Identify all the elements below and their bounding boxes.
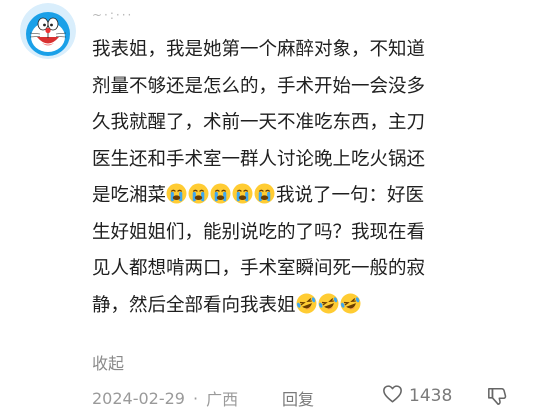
comment-line-segment: 我说了一句：好医: [276, 185, 425, 206]
comment-line: 我表姐，我是她第一个麻醉对象，不知道: [92, 39, 426, 60]
comment-line-segment: 是吃湘菜: [92, 185, 167, 206]
meta-separator: ·: [192, 388, 199, 408]
comment-line-with-emoji: 静，然后全部看向我表姐: [92, 288, 532, 325]
comment-line: 医生还和手术室一群人讨论晚上吃火锅还: [92, 148, 426, 170]
thumbs-down-icon: [486, 387, 508, 410]
comment-location: 广西: [206, 390, 239, 409]
comment-line-segment: 静，然后全部看向我表姐: [92, 294, 296, 316]
comment-line: 生好姐姐们，能别说吃的了吗？我现在看: [92, 221, 426, 243]
crying-emoji-icon: [254, 181, 275, 204]
crying-emoji-icon: [232, 181, 253, 204]
laughing-emoji-icon: [296, 291, 317, 313]
heart-icon: [382, 384, 403, 407]
crying-emoji-icon: [210, 181, 231, 204]
doraemon-avatar-icon: [20, 3, 76, 59]
like-count: 1438: [409, 385, 453, 406]
crying-emoji-icon: [166, 181, 187, 204]
username[interactable]: ~·:···: [92, 8, 133, 22]
like-button[interactable]: 1438: [382, 384, 452, 407]
reply-button[interactable]: 回复: [282, 386, 314, 410]
collapse-button[interactable]: 收起: [92, 350, 124, 374]
laughing-emoji-icon: [318, 291, 339, 313]
comment-date: 2024-02-29: [92, 388, 185, 408]
comment-line: 见人都想啃两口，手术室瞬间死一般的寂: [92, 258, 426, 279]
crying-emoji-icon: [188, 181, 209, 204]
avatar[interactable]: [20, 3, 76, 59]
comment-line: 久我就醒了，术前一天不准吃东西，主刀: [92, 112, 426, 133]
comment-line-with-emoji: 是吃湘菜 我说了一句：好医: [92, 178, 532, 215]
comment-meta: 2024-02-29 · 广西: [92, 386, 238, 410]
dislike-button[interactable]: [486, 386, 508, 410]
comment-line: 剂量不够还是怎么的，手术开始一会没多: [92, 75, 426, 97]
laughing-emoji-icon: [340, 291, 361, 313]
comment-text: 我表姐，我是她第一个麻醉对象，不知道 剂量不够还是怎么的，手术开始一会没多 久我…: [92, 32, 532, 324]
